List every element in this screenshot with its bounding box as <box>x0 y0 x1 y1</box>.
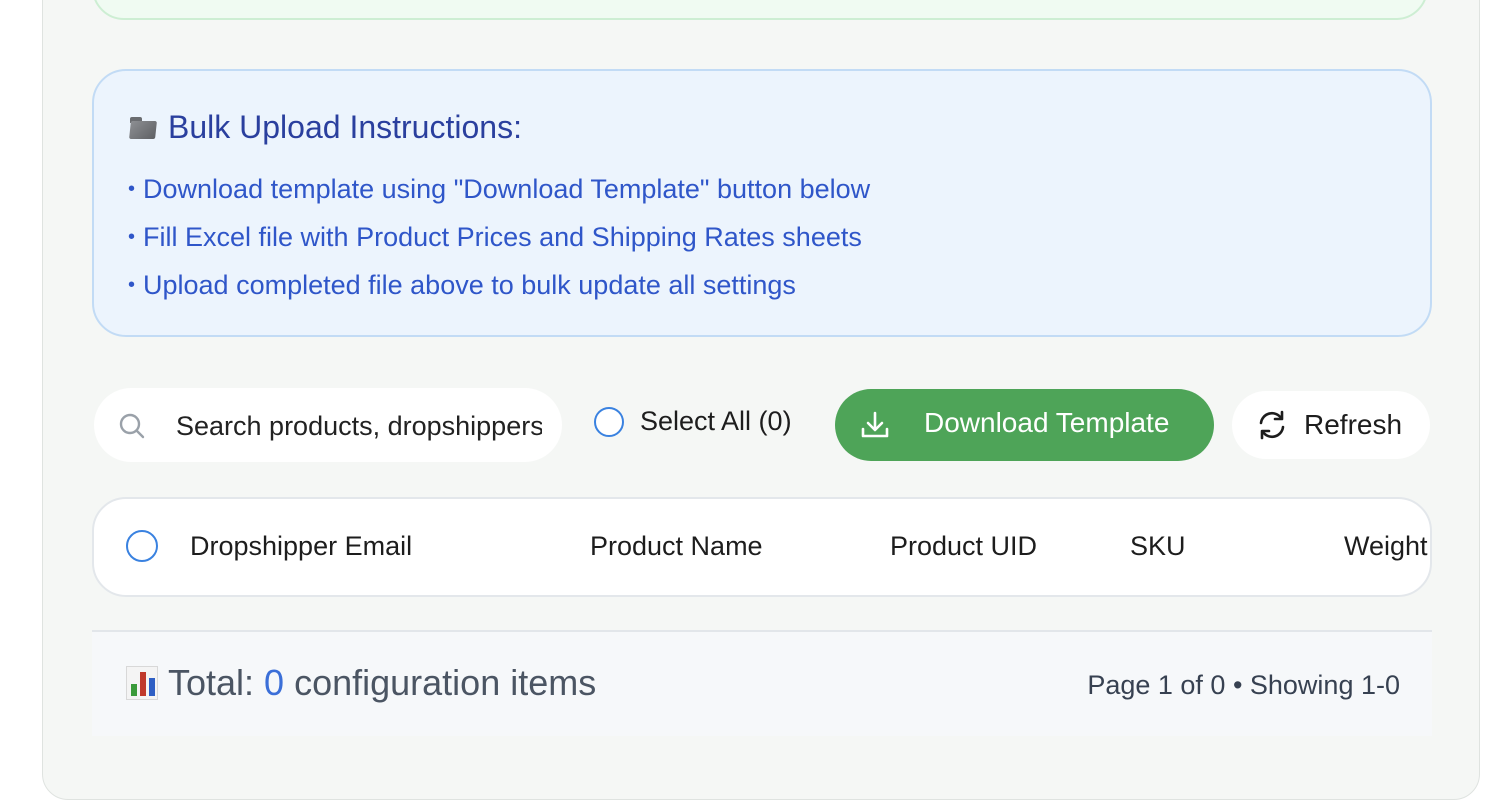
bar-chart-icon <box>126 666 158 700</box>
download-icon <box>861 411 889 438</box>
search-box[interactable] <box>94 388 562 462</box>
instruction-item: • Download template using "Download Templ… <box>128 169 870 217</box>
instruction-text: Fill Excel file with Product Prices and … <box>143 222 862 252</box>
search-input[interactable] <box>174 402 544 450</box>
instruction-item: • Upload completed file above to bulk upd… <box>128 265 870 313</box>
refresh-label: Refresh <box>1304 409 1403 440</box>
instruction-text: Download template using "Download Templa… <box>143 174 871 204</box>
column-header-sku[interactable]: SKU <box>1130 531 1186 562</box>
table-footer: Total: 0 configuration items Page 1 of 0… <box>92 630 1432 736</box>
total-prefix: Total: <box>168 662 255 703</box>
upload-card <box>92 0 1428 20</box>
select-all-rows-radio[interactable] <box>126 530 158 562</box>
pagination-info: Page 1 of 0 • Showing 1-0 <box>1087 670 1400 700</box>
refresh-button[interactable]: Refresh <box>1232 391 1430 459</box>
table-header: Dropshipper Email Product Name Product U… <box>92 497 1432 597</box>
select-all-toggle[interactable]: Select All (0) <box>594 406 792 437</box>
select-all-radio[interactable] <box>594 406 624 437</box>
bullet: • <box>128 178 136 200</box>
instruction-item: • Fill Excel file with Product Prices and… <box>128 217 870 265</box>
instructions-list: • Download template using "Download Templ… <box>128 169 870 313</box>
download-template-button[interactable]: Download Template <box>835 389 1214 461</box>
bullet: • <box>128 226 136 248</box>
instructions-title: Bulk Upload Instructions: <box>128 109 522 146</box>
column-header-weight[interactable]: Weight <box>1344 531 1428 562</box>
column-header-product-uid[interactable]: Product UID <box>890 531 1037 562</box>
download-template-label: Download Template <box>924 407 1170 438</box>
instruction-text: Upload completed file above to bulk upda… <box>143 270 796 300</box>
folder-icon <box>128 115 158 141</box>
bullet: • <box>128 274 136 296</box>
total-count: 0 <box>264 662 285 703</box>
column-header-dropshipper-email[interactable]: Dropshipper Email <box>190 531 412 562</box>
total-suffix: configuration items <box>294 662 597 703</box>
bulk-upload-instructions: Bulk Upload Instructions: • Download temp… <box>92 69 1432 337</box>
select-all-label: Select All (0) <box>640 406 792 436</box>
instructions-title-text: Bulk Upload Instructions: <box>168 109 522 145</box>
column-header-product-name[interactable]: Product Name <box>590 531 763 562</box>
total-summary: Total: 0 configuration items <box>126 662 596 704</box>
toolbar: Select All (0) Download Template Refresh <box>92 386 1432 464</box>
refresh-icon <box>1259 410 1285 440</box>
search-icon <box>119 413 145 439</box>
